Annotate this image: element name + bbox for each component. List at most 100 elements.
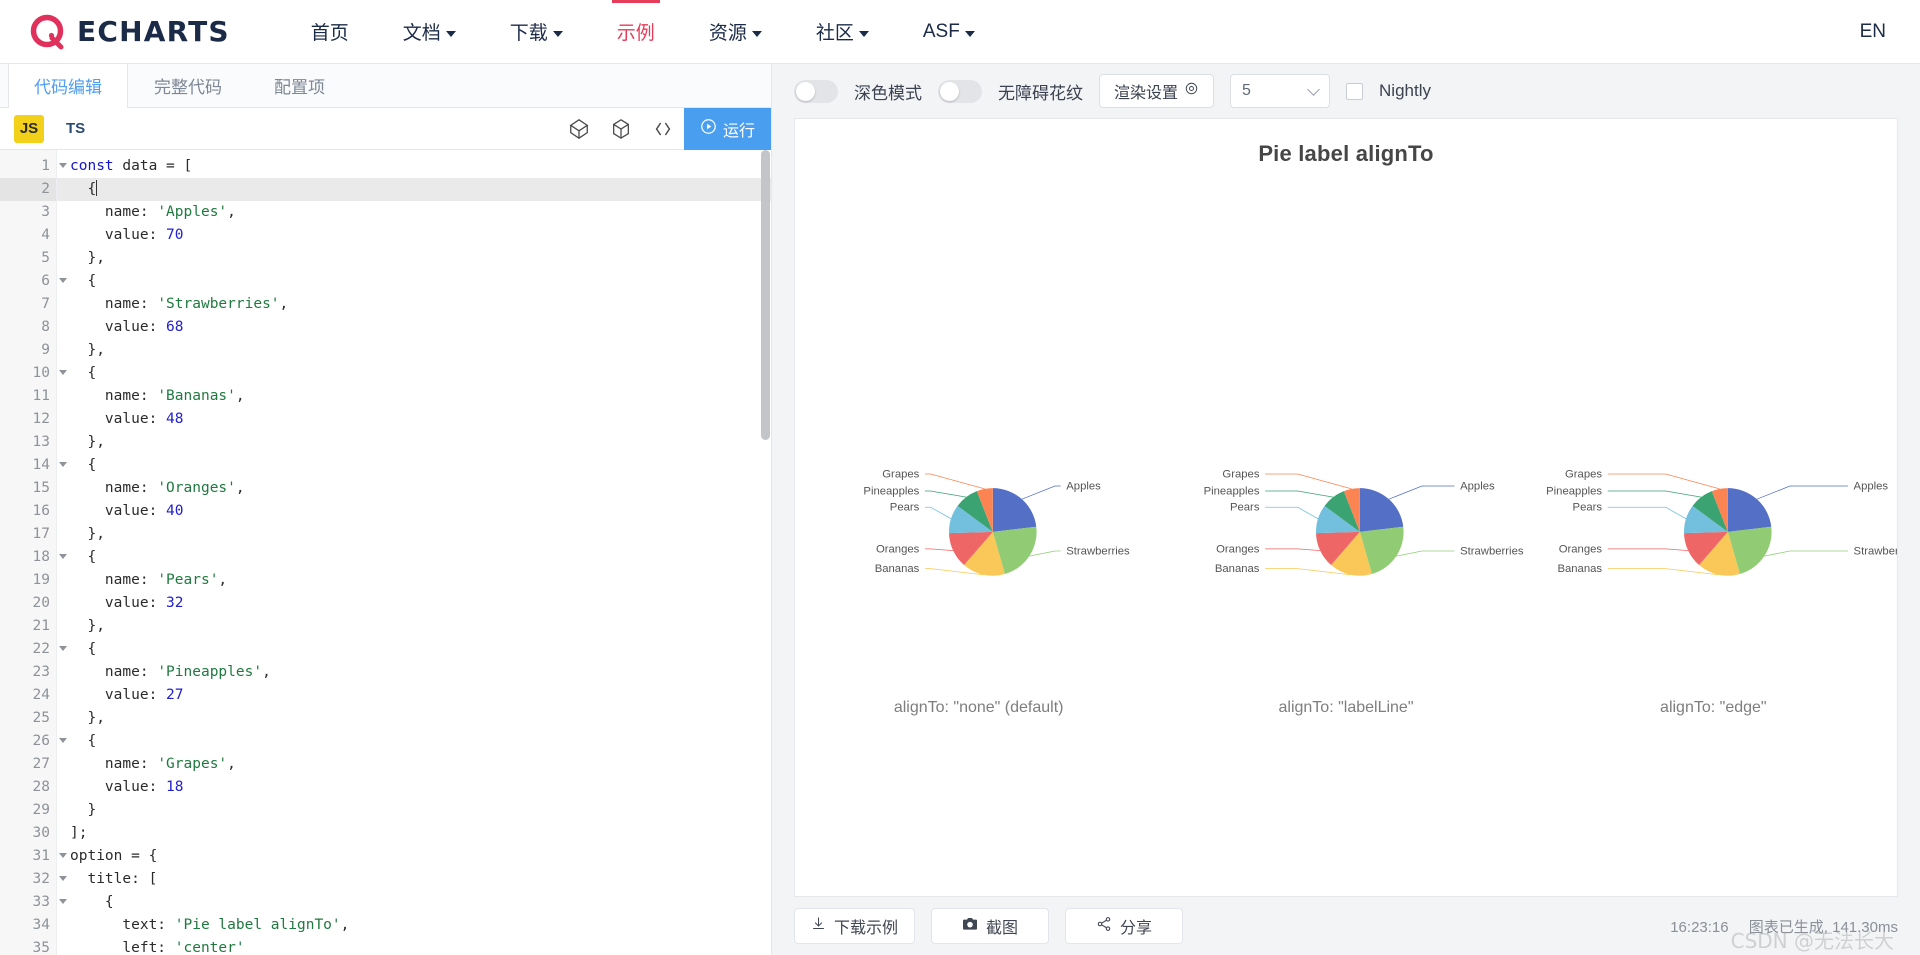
code-line: title: [ — [70, 868, 771, 891]
run-button[interactable]: 运行 — [683, 107, 771, 150]
tab-code-editor[interactable]: 代码编辑 — [8, 63, 128, 108]
pie-slice[interactable] — [1360, 488, 1404, 532]
run-label: 运行 — [722, 122, 755, 140]
pie-panel[interactable]: Apples Strawberries Bananas Oranges Pears Pin… — [1162, 399, 1529, 716]
code-line: left: 'center' — [70, 937, 771, 955]
line-number: 12 — [32, 411, 50, 427]
code-content[interactable]: const data = [ { name: 'Apples', value: … — [57, 150, 771, 955]
line-number: 31 — [0, 845, 67, 868]
code-token: 'center' — [174, 940, 245, 955]
nav-item-download[interactable]: 下载 — [483, 0, 590, 64]
pie-label-line — [924, 490, 967, 498]
pie-label-apples: Apples — [1066, 481, 1101, 493]
version-select[interactable]: 5 — [1230, 74, 1331, 108]
nav-item-docs[interactable]: 文档 — [376, 0, 483, 64]
lang-js-button[interactable]: JS — [14, 114, 44, 143]
code-line: value: 48 — [70, 408, 771, 431]
pie-slice[interactable] — [992, 488, 1037, 532]
pie-label-strawberries: Strawber... — [1853, 546, 1897, 558]
play-circle-icon — [700, 118, 717, 140]
code-token: value: — [70, 227, 167, 243]
code-token: { — [70, 549, 97, 565]
scrollbar-thumb[interactable] — [761, 150, 770, 440]
tab-options[interactable]: 配置项 — [248, 63, 351, 107]
chart-canvas[interactable]: Pie label alignTo Apples Strawberries Bana… — [794, 118, 1898, 897]
download-icon — [811, 916, 826, 936]
code-line: }, — [70, 431, 771, 454]
render-settings-label: 渲染设置 — [1114, 85, 1179, 102]
download-example-button[interactable]: 下载示例 — [794, 908, 916, 944]
cube-icon[interactable] — [558, 108, 600, 150]
share-button[interactable]: 分享 — [1065, 908, 1184, 944]
line-number: 30 — [32, 825, 50, 841]
tab-full-code[interactable]: 完整代码 — [128, 63, 248, 107]
nav-item-examples[interactable]: 示例 — [590, 0, 682, 64]
render-settings-button[interactable]: 渲染设置 — [1099, 74, 1215, 108]
pie-label-line — [1756, 485, 1848, 500]
line-number: 28 — [32, 779, 50, 795]
line-number: 33 — [0, 891, 67, 914]
code-line: name: 'Bananas', — [70, 385, 771, 408]
code-token: , — [235, 480, 245, 496]
dark-mode-toggle[interactable] — [794, 79, 838, 103]
editor-tabs: 代码编辑 完整代码 配置项 — [0, 63, 771, 108]
line-number: 4 — [41, 227, 50, 243]
code-line: name: 'Pears', — [70, 569, 771, 592]
preview-pane: 深色模式 无障碍花纹 渲染设置 5 Nightly Pie label alig… — [772, 64, 1920, 955]
line-number: 8 — [41, 319, 50, 335]
line-number: 6 — [0, 270, 67, 293]
line-number: 5 — [41, 250, 50, 266]
code-token: name: — [70, 756, 158, 772]
line-number: 29 — [32, 802, 50, 818]
line-number: 22 — [0, 638, 67, 661]
lang-ts-button[interactable]: TS — [66, 120, 85, 137]
code-editor[interactable]: 1 2 3 4 5 6 7 8 9 10 11 12 13 14 15 16 17 18 19 20 21 22 23 24 2… — [0, 150, 771, 955]
box-icon[interactable] — [600, 108, 642, 150]
nightly-checkbox[interactable] — [1346, 82, 1364, 100]
line-number: 9 — [41, 342, 50, 358]
language-toggle[interactable]: EN — [1852, 17, 1894, 47]
code-token: ]; — [70, 825, 88, 841]
pie-label-strawberries: Strawberries — [1460, 546, 1524, 558]
pie-label-apples: Apples — [1460, 481, 1495, 493]
pie-slice[interactable] — [1727, 488, 1771, 532]
code-line: name: 'Oranges', — [70, 477, 771, 500]
pie-panel[interactable]: Apples Strawberries Bananas Oranges Pears Pin… — [795, 399, 1162, 716]
code-token: 'Bananas' — [157, 388, 236, 404]
line-number: 23 — [32, 664, 50, 680]
nav-item-resources[interactable]: 资源 — [682, 0, 789, 64]
code-token: { — [70, 181, 97, 197]
code-token: { — [70, 641, 97, 657]
pie-label-line — [1265, 473, 1353, 490]
code-token: { — [70, 894, 114, 910]
screenshot-button[interactable]: 截图 — [931, 908, 1050, 944]
pie-panel[interactable]: Apples Strawber... Bananas Oranges Pears Pine… — [1530, 399, 1897, 716]
line-number: 15 — [32, 480, 50, 496]
code-token: 70 — [166, 227, 184, 243]
code-line: { — [70, 362, 771, 385]
accessibility-pattern-toggle[interactable] — [938, 79, 982, 103]
nav-item-community[interactable]: 社区 — [789, 0, 896, 64]
line-number: 11 — [32, 388, 50, 404]
nav-item-home[interactable]: 首页 — [284, 0, 376, 64]
code-token: value: — [70, 779, 167, 795]
site-logo[interactable]: ECHARTS — [30, 13, 230, 51]
pie-label-line — [924, 548, 954, 552]
line-number: 16 — [32, 503, 50, 519]
line-number: 24 — [32, 687, 50, 703]
code-brackets-icon[interactable] — [642, 108, 684, 150]
pie-label-apples: Apples — [1853, 481, 1888, 493]
code-token: 'Pears' — [157, 572, 219, 588]
render-status-text: 图表已生成, 141.30ms — [1748, 918, 1898, 936]
code-token: name: — [70, 480, 158, 496]
pie-label-pears: Pears — [1230, 502, 1260, 514]
code-token: text: — [70, 917, 175, 933]
code-line: option = { — [70, 845, 771, 868]
share-label: 分享 — [1120, 920, 1153, 937]
pie-label-line — [1265, 506, 1319, 520]
editor-scrollbar[interactable] — [760, 150, 771, 955]
line-number: 26 — [0, 730, 67, 753]
nav-label: 示例 — [616, 23, 655, 44]
nav-item-asf[interactable]: ASF — [896, 0, 1002, 64]
code-token: 'Grapes' — [157, 756, 228, 772]
